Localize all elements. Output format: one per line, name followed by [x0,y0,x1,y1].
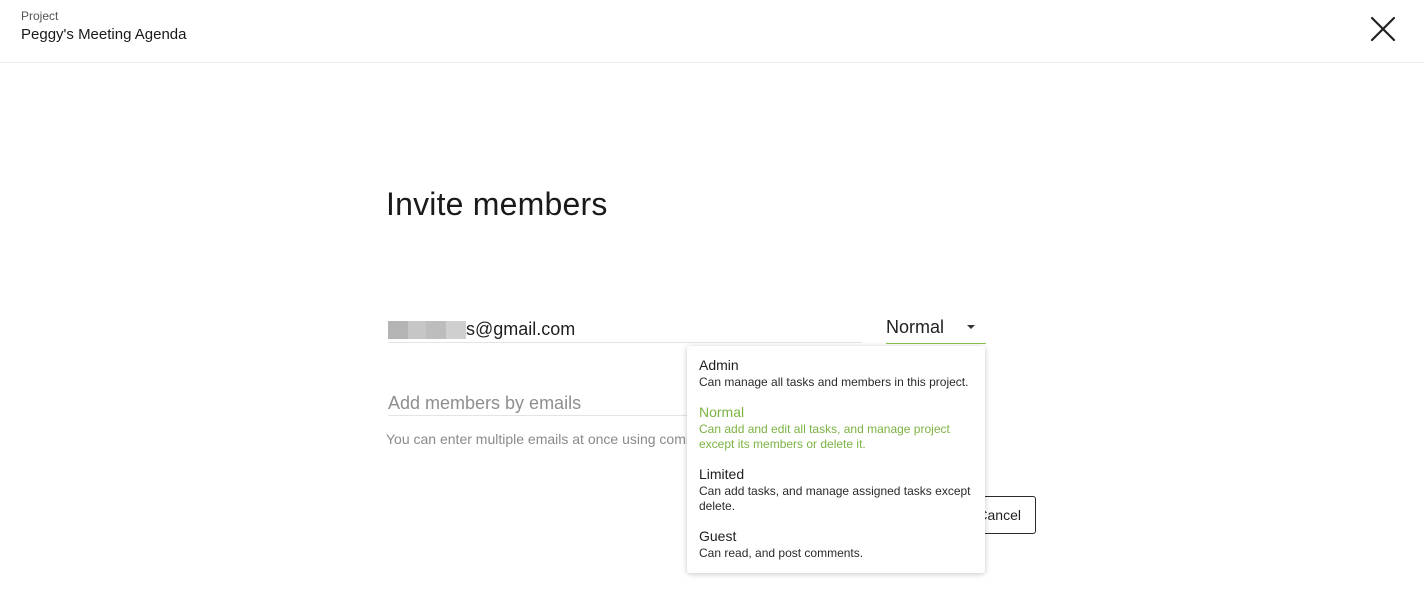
role-option-title: Guest [699,528,737,544]
role-dropdown-menu: Admin Can manage all tasks and members i… [687,346,985,573]
role-option-limited[interactable]: Limited Can add tasks, and manage assign… [699,466,975,514]
close-button[interactable] [1366,12,1400,46]
project-label: Project [21,9,59,23]
header: Project Peggy's Meeting Agenda [0,0,1424,63]
role-option-description: Can add and edit all tasks, and manage p… [699,422,950,451]
role-option-admin[interactable]: Admin Can manage all tasks and members i… [699,357,975,390]
role-option-title: Limited [699,466,745,482]
add-members-input[interactable] [388,391,688,416]
member-email: s@gmail.com [466,319,576,339]
role-option-description: Can read, and post comments. [699,546,864,560]
role-option-guest[interactable]: Guest Can read, and post comments. [699,528,975,561]
role-select-value: Normal [886,317,945,337]
role-option-description: Can manage all tasks and members in this… [699,375,969,389]
redacted-email-prefix [388,321,466,339]
page-title: Invite members [386,186,608,222]
hint-text: You can enter multiple emails at once us… [386,431,698,447]
role-option-normal[interactable]: Normal Can add and edit all tasks, and m… [699,404,975,452]
project-title: Peggy's Meeting Agenda [21,26,187,43]
role-option-description: Can add tasks, and manage assigned tasks… [699,484,971,513]
role-option-title: Normal [699,404,745,420]
close-icon [1370,16,1396,42]
role-select[interactable]: Normal [886,314,986,344]
caret-down-icon [967,325,975,329]
role-option-title: Admin [699,357,739,373]
member-email-row: s@gmail.com [388,318,862,343]
